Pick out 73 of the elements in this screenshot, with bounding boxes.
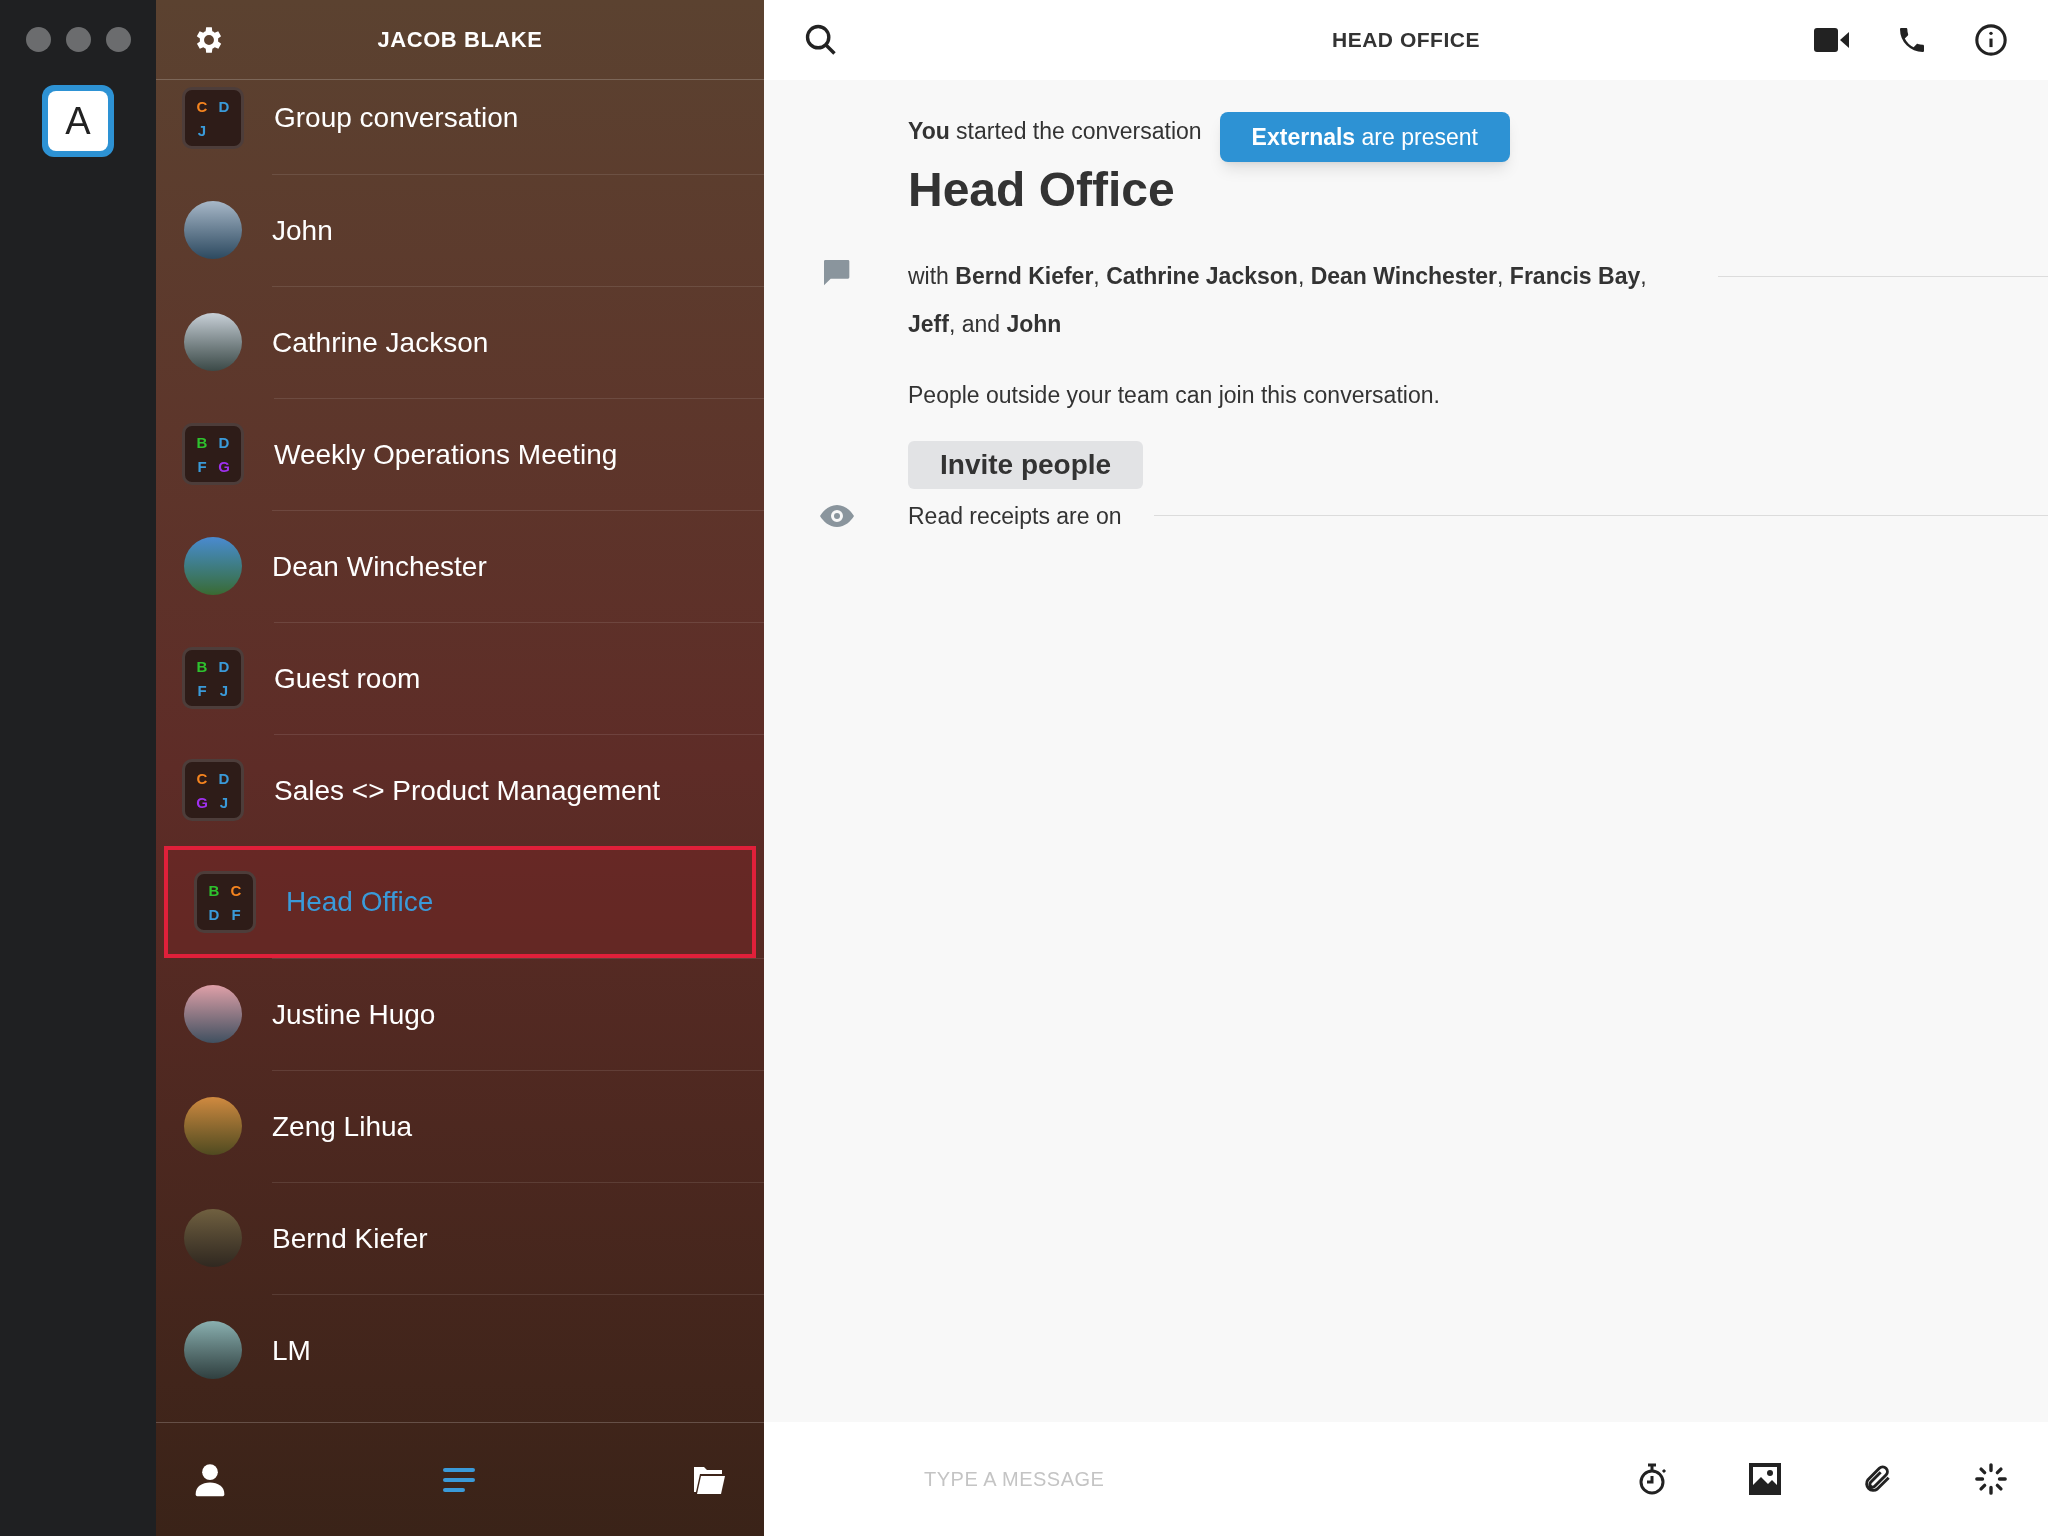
participants-text: with Bernd Kiefer, Cathrine Jackson, Dean Winchester, Francis Bay, Jeff, and John [908, 262, 1648, 339]
initial-letter: D [218, 434, 230, 450]
conversation-item[interactable]: B C D F Head Office [164, 846, 756, 958]
sparkle-icon[interactable] [1974, 1462, 2008, 1496]
account-button[interactable]: A [42, 85, 114, 157]
conversation-item[interactable]: John [156, 174, 764, 286]
initial-letter: B [196, 658, 208, 674]
conversation-item[interactable]: B D F J Guest room [156, 622, 764, 734]
conversation-name: Bernd Kiefer [272, 1221, 428, 1256]
conversation-name: Dean Winchester [272, 549, 487, 584]
conversation-item[interactable]: Cathrine Jackson [156, 286, 764, 398]
initial-letter: C [196, 98, 208, 114]
window-zoom-button[interactable] [106, 27, 131, 52]
initial-letter: F [197, 682, 207, 698]
conversation-title: HEAD OFFICE [1331, 27, 1481, 54]
conversation-item[interactable]: Bernd Kiefer [156, 1182, 764, 1294]
folder-icon[interactable] [692, 1464, 726, 1495]
search-icon[interactable] [804, 23, 838, 57]
initial-letter: D [218, 658, 230, 674]
initial-letter: C [230, 882, 242, 898]
photo-placeholder [184, 1321, 242, 1379]
conversation-name: Guest room [274, 661, 421, 696]
conversation-item[interactable]: Zeng Lihua [156, 1070, 764, 1182]
conversation-item[interactable]: Dean Winchester [156, 510, 764, 622]
initial-letter: G [196, 794, 208, 810]
invite-people-button[interactable]: Invite people [908, 440, 1144, 489]
initial-letter: D [218, 98, 230, 114]
initial-letter: C [196, 770, 208, 786]
externals-badge: Externals are present [1219, 112, 1510, 162]
conversation-name: Group conversation [274, 101, 519, 135]
initial-letter: F [231, 906, 241, 922]
photo-placeholder [184, 537, 242, 595]
conversation-started-text: You started the conversation [908, 117, 1202, 146]
initial-letter: D [208, 906, 220, 922]
eye-icon [820, 504, 854, 527]
conversation-name: Head Office [908, 162, 1176, 218]
initial-letter: J [219, 682, 229, 698]
photo-placeholder [184, 985, 242, 1043]
conversation-item[interactable]: B D F G Weekly Operations Meeting [156, 398, 764, 510]
person-icon[interactable] [194, 1462, 226, 1497]
photo-placeholder [184, 201, 242, 259]
conversation-name: Head Office [286, 885, 434, 919]
initial-letter: B [208, 882, 220, 898]
photo-placeholder [184, 313, 242, 371]
notice-text: People outside your team can join this conversation. [908, 381, 1441, 410]
initial-letter: J [219, 794, 229, 810]
window-minimize-button[interactable] [66, 27, 91, 52]
conversation-item[interactable]: C D G J Sales <> Product Management [156, 734, 764, 846]
initial-letter: J [197, 122, 207, 138]
conversation-item[interactable]: LM [156, 1294, 764, 1406]
initial-letter: G [218, 458, 230, 474]
message-input[interactable]: TYPE A MESSAGE [924, 1464, 1638, 1494]
conversation-name: Justine Hugo [272, 997, 436, 1032]
conversation-item[interactable]: Justine Hugo [156, 958, 764, 1070]
timer-icon[interactable] [1638, 1462, 1668, 1496]
conversation-name: John [272, 213, 333, 248]
conversation-name: Zeng Lihua [272, 1109, 413, 1144]
conversation-name: Weekly Operations Meeting [274, 437, 618, 472]
user-name: JACOB BLAKE [377, 26, 543, 54]
image-icon[interactable] [1748, 1462, 1782, 1496]
conversation-name: Sales <> Product Management [274, 773, 660, 808]
conversation-name: LM [272, 1333, 311, 1368]
initial-letter: D [218, 770, 230, 786]
conversation-name: Cathrine Jackson [272, 325, 489, 360]
initial-letter: F [197, 458, 207, 474]
window-close-button[interactable] [26, 27, 51, 52]
info-icon[interactable] [1974, 23, 2008, 57]
photo-placeholder [184, 1097, 242, 1155]
conversation-item[interactable]: C D J Group conversation [156, 80, 764, 174]
initial-letter: B [196, 434, 208, 450]
video-call-icon[interactable] [1814, 28, 1850, 52]
read-receipts-text: Read receipts are on [908, 501, 1122, 531]
list-icon[interactable] [443, 1467, 475, 1492]
